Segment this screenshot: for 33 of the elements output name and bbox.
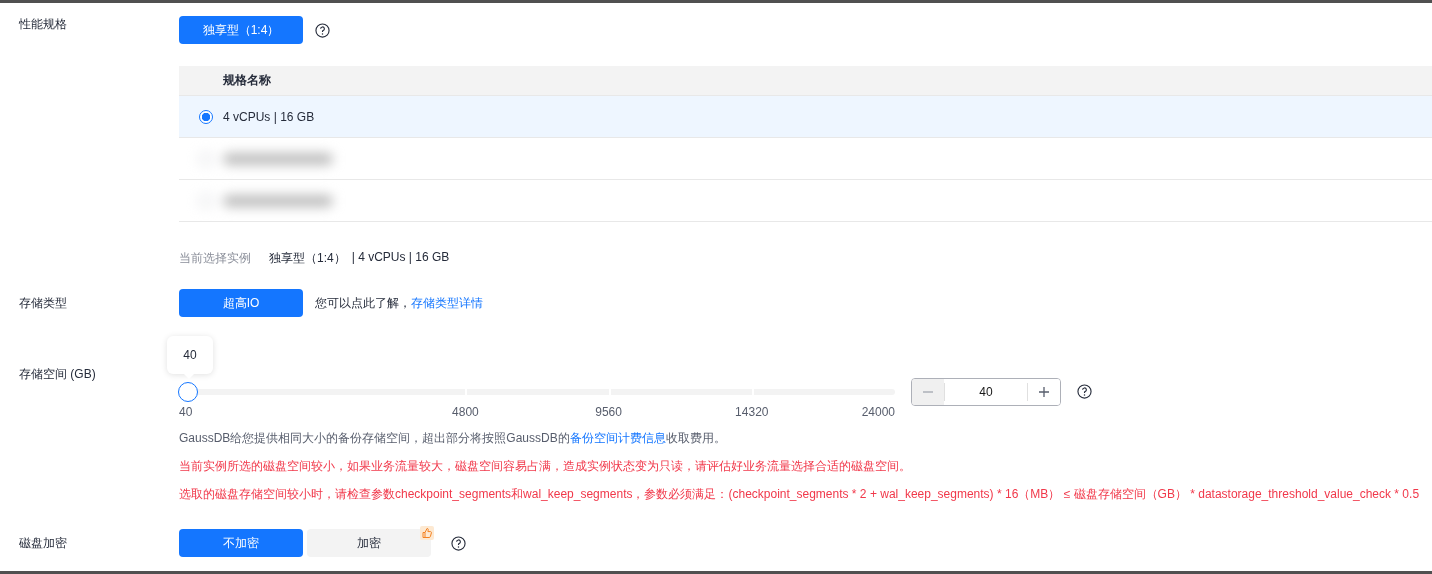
encryption-option[interactable]: 不加密 [179,529,303,557]
slider-thumb[interactable] [178,382,198,402]
slider-mark-label: 40 [179,405,193,419]
warning-text: 选取的磁盘存储空间较小时，请检查参数checkpoint_segments和wal_keep_segments，参数必须满足：(checkpoint_segments * 2 + wal_keep_segments) * 16（MB） ≤ 磁盘存储空间（GB） * datastorage_threshold_value_check * 0.5 [179,486,1421,502]
radio-button[interactable] [199,109,213,124]
backup-note: GaussDB给您提供相同大小的备份存储空间，超出部分将按照GaussDB的备份空间计费信息收取费用。 [179,430,727,446]
encryption-option[interactable]: 加密 [307,529,431,557]
billing-link[interactable]: 备份空间计费信息 [569,431,666,445]
slider-mark-label: 14320 [735,405,769,419]
number-stepper[interactable]: 40 [911,378,1061,406]
warning-text: 当前实例所选的磁盘空间较小，如果业务流量较大，磁盘空间容易占满，造成实例状态变为只读，请评估好业务流量选择合适的磁盘空间。 [179,458,912,474]
number-input[interactable]: 40 [944,383,1028,401]
column-header: 规格名称 [179,66,1432,96]
type-button[interactable]: 独享型（1:4） [179,16,303,44]
help-icon[interactable] [451,535,466,551]
storage-type-link[interactable]: 存储类型详情 [411,294,483,312]
plus-icon [1038,386,1050,398]
slider-mark-label: 9560 [595,405,622,419]
help-icon[interactable] [315,22,330,38]
field-label: 存储类型 [18,295,68,311]
field-label: 存储空间 (GB) [18,366,97,382]
field-label: 性能规格 [18,16,68,32]
slider-mark-label: 24000 [861,405,895,419]
current-selection-label: 当前选择实例 [179,250,251,267]
slider-mark-label: 4800 [452,405,479,419]
hint-text: 您可以点此了解， [315,294,411,312]
field-label: 磁盘加密 [18,535,68,551]
storage-type-button[interactable]: 超高IO [179,289,303,317]
current-selection-type: 独享型（1:4） [269,250,346,267]
help-icon[interactable] [1077,384,1092,399]
slider-track[interactable] [179,381,895,403]
current-selection-spec: | 4 vCPUs | 16 GB [351,250,450,266]
table-cell: 4 vCPUs | 16 GB [223,109,315,124]
